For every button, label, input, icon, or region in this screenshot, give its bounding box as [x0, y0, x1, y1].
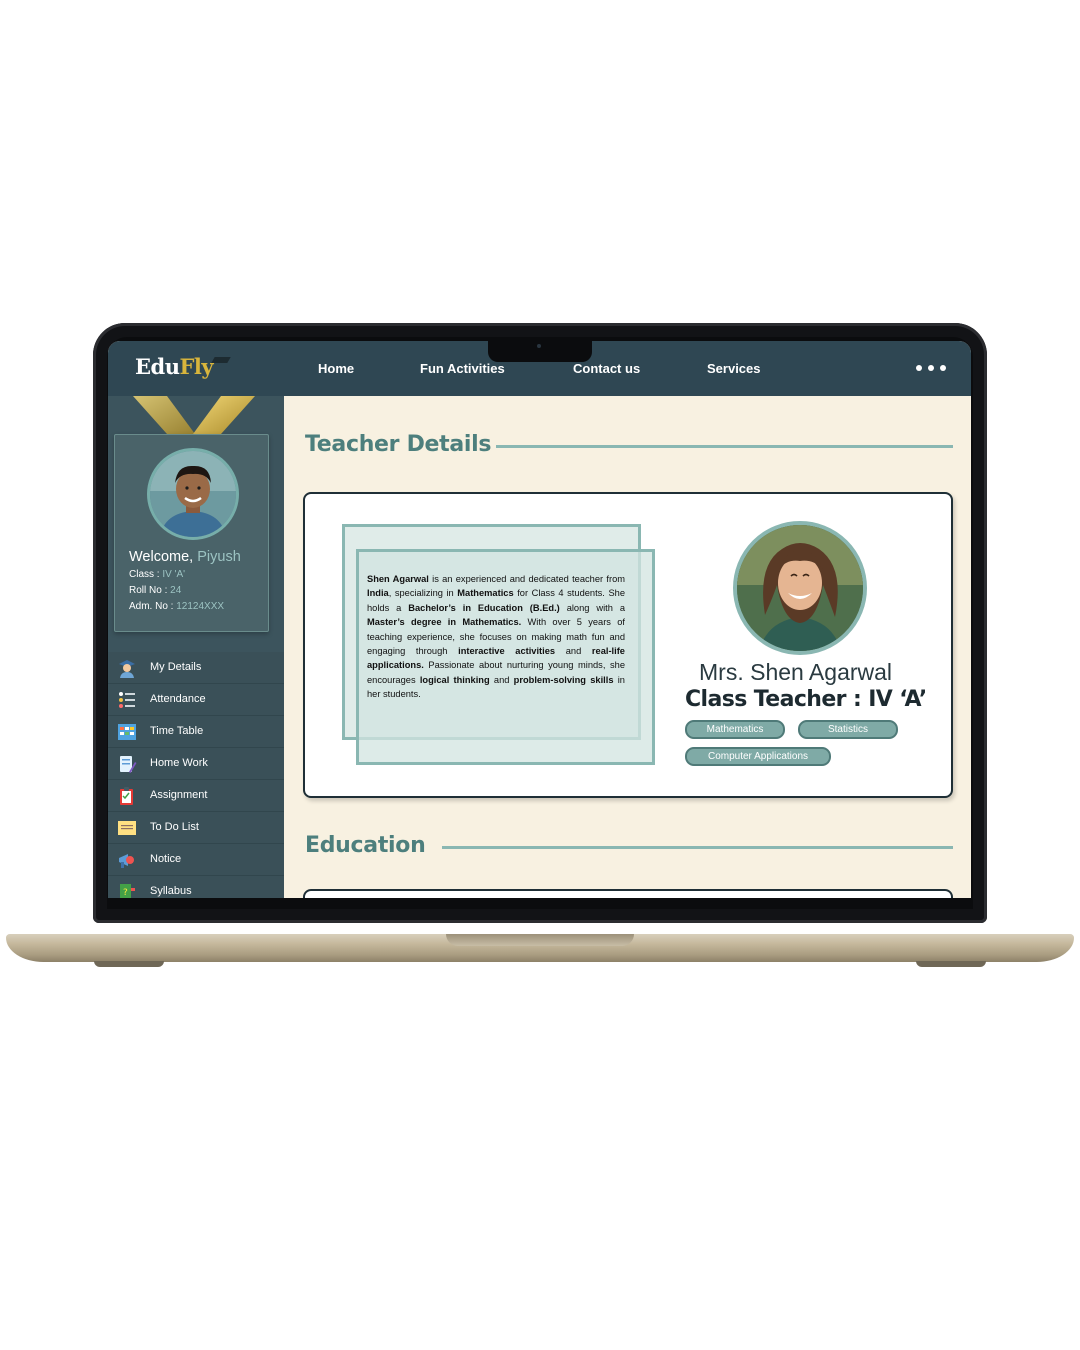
nav-fun-activities[interactable]: Fun Activities [420, 361, 505, 376]
todo-note-icon [118, 821, 136, 835]
sidebar-item-notice[interactable]: Notice [108, 844, 284, 876]
education-title: Education [305, 833, 426, 858]
class-value: IV 'A' [162, 569, 186, 580]
bio-text: India [367, 588, 389, 599]
sidebar-item-to-do-list[interactable]: To Do List [108, 812, 284, 844]
bio-text: problem-solving skills [513, 674, 614, 685]
bio-text: interactive activities [458, 646, 556, 657]
teacher-details-card: Shen Agarwal is an experienced and dedic… [303, 492, 953, 798]
bio-text: Shen Agarwal [367, 574, 429, 584]
sidebar-item-label: Assignment [150, 789, 208, 801]
sidebar-item-home-work[interactable]: Home Work [108, 748, 284, 780]
laptop-screen: EduFly Home Fun Activities Contact us Se… [108, 341, 971, 898]
sidebar-item-label: Time Table [150, 725, 204, 737]
student-profile-card: Welcome, Piyush Class : IV 'A' Roll No :… [114, 434, 269, 632]
sidebar-item-label: To Do List [150, 821, 199, 833]
sidebar-item-time-table[interactable]: Time Table [108, 716, 284, 748]
bio-text: is an experienced and dedicated teacher … [428, 574, 625, 584]
sidebar-item-assignment[interactable]: Assignment [108, 780, 284, 812]
bio-text: and [489, 674, 514, 685]
nav-home[interactable]: Home [318, 361, 354, 376]
graduation-cap-icon [211, 357, 231, 363]
logo-text-part2: Fly [179, 354, 214, 379]
teacher-bio: Shen Agarwal is an experienced and dedic… [367, 572, 625, 702]
bio-text: and [555, 646, 592, 657]
student-icon [119, 660, 135, 678]
student-name: Piyush [197, 549, 241, 565]
book-icon: ? [120, 884, 135, 898]
sidebar-item-attendance[interactable]: Attendance [108, 684, 284, 716]
sidebar-item-label: Notice [150, 853, 182, 865]
sidebar-item-label: Syllabus [150, 885, 192, 897]
timetable-icon [118, 724, 136, 740]
homework-icon [120, 756, 137, 773]
camera-icon [537, 344, 541, 348]
teacher-photo[interactable] [733, 521, 867, 655]
teacher-details-title: Teacher Details [305, 432, 492, 457]
main-content: Teacher Details Shen Agarwal is an exper… [284, 396, 971, 898]
bio-text: along with a [559, 602, 626, 613]
section-divider [442, 846, 953, 849]
teacher-role: Class Teacher : IV ‘A’ [685, 687, 927, 712]
laptop-foot [94, 961, 164, 967]
sidebar-item-label: Attendance [150, 693, 206, 705]
laptop-foot [916, 961, 986, 967]
education-card [303, 889, 953, 898]
edufly-logo[interactable]: EduFly [135, 354, 231, 379]
svg-text:?: ? [123, 888, 128, 898]
sidebar-item-syllabus[interactable]: ? Syllabus [108, 876, 284, 898]
roll-value: 24 [170, 585, 182, 596]
bio-text: logical thinking [419, 674, 490, 685]
adm-label: Adm. No : [129, 601, 174, 612]
subject-chip-mathematics[interactable]: Mathematics [685, 720, 785, 739]
megaphone-icon [119, 854, 134, 868]
bio-text: Master’s degree in Mathematics. [367, 617, 522, 628]
camera-notch [488, 341, 592, 362]
nav-contact-us[interactable]: Contact us [573, 361, 640, 376]
adm-value: 12124XXX [176, 601, 225, 612]
welcome-label: Welcome, [129, 549, 194, 565]
class-info: Class : IV 'A' [129, 569, 185, 580]
roll-label: Roll No : [129, 585, 168, 596]
sidebar-menu: My Details Attendance Time Table Home Wo… [108, 652, 284, 898]
logo-text-part1: Edu [135, 354, 180, 379]
sidebar-item-label: My Details [150, 661, 202, 673]
roll-info: Roll No : 24 [129, 585, 181, 596]
class-label: Class : [129, 569, 160, 580]
subject-chip-computer-applications[interactable]: Computer Applications [685, 747, 831, 766]
bio-text: Mathematics [457, 588, 514, 599]
sidebar-item-label: Home Work [150, 757, 208, 769]
section-divider [496, 445, 953, 448]
clipboard-icon [120, 787, 133, 805]
sidebar-item-my-details[interactable]: My Details [108, 652, 284, 684]
checklist-icon [119, 692, 135, 708]
student-avatar[interactable] [147, 448, 239, 540]
admission-info: Adm. No : 12124XXX [129, 601, 224, 612]
bio-text: Bachelor’s in Education (B.Ed.) [408, 602, 560, 613]
ribbon-decoration [133, 396, 255, 434]
laptop-opening-lip [446, 934, 634, 946]
teacher-name: Mrs. Shen Agarwal [699, 659, 893, 685]
subject-chip-statistics[interactable]: Statistics [798, 720, 898, 739]
nav-services[interactable]: Services [707, 361, 761, 376]
more-dots-icon[interactable] [916, 365, 946, 371]
sidebar: Welcome, Piyush Class : IV 'A' Roll No :… [108, 396, 284, 898]
welcome-message: Welcome, Piyush [129, 549, 241, 565]
bio-text: , specializing in [388, 588, 458, 599]
